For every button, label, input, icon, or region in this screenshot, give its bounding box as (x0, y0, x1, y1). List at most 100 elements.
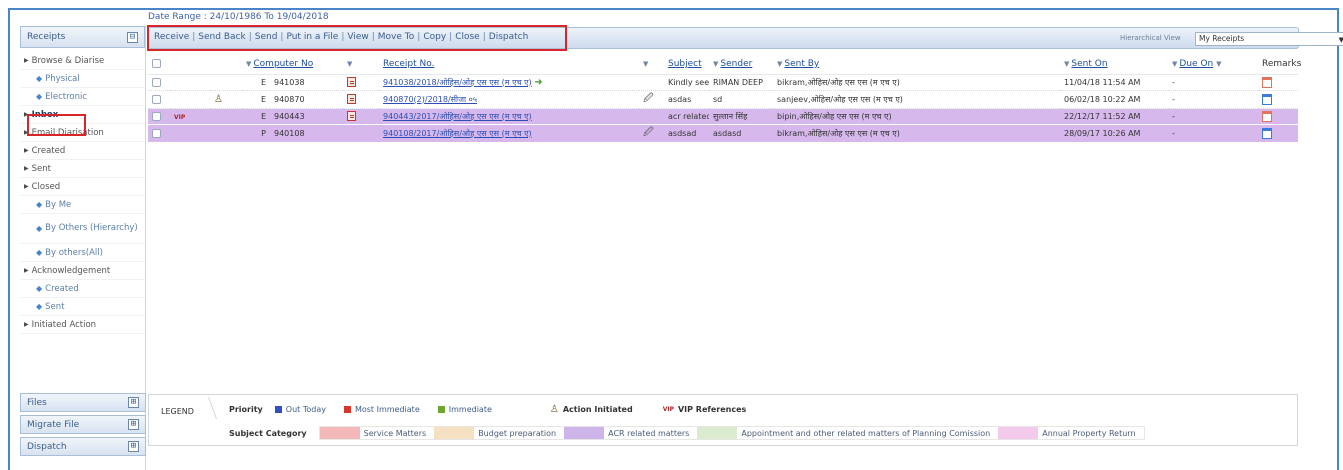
table-row[interactable]: VIP E 940443 940443/2017/ओहिस/ओह एस एस (म ए… (148, 108, 1299, 125)
sidebar-item-sent[interactable]: ▶ Sent (20, 160, 145, 178)
attachment-icon[interactable]: 🖉 (643, 93, 654, 104)
row-checkbox[interactable] (152, 94, 161, 104)
sender: सुल्तान सिंह (709, 108, 774, 125)
sidebar-item-label: Acknowledgement (31, 265, 111, 276)
col-computer-no[interactable]: ▼ Computer No (242, 54, 344, 75)
legend-category-row: Subject Category Service Matters Budget p… (229, 426, 1145, 440)
expand-arrow-icon: ▶ (24, 267, 29, 274)
table-row[interactable]: P 940108 940108/2017/ओहिस/ओह एस एस (म एच ए… (148, 124, 1299, 143)
subject: Kindly see (664, 74, 710, 91)
attachment-icon[interactable]: 🖉 (643, 127, 654, 138)
hierarchical-view-select[interactable]: My Receipts ▼ (1195, 32, 1343, 46)
remarks-icon[interactable] (1262, 76, 1273, 88)
sidebar-item-created[interactable]: ◆ Created (20, 280, 145, 298)
receipt-no-link[interactable]: 940108/2017/ओहिस/ओह एस एस (म एच ए) (383, 129, 532, 138)
inbox-highlight (27, 114, 86, 136)
table-row[interactable]: E 941038 941038/2018/ओहिस/ओह एस एस (म एच ए… (148, 74, 1299, 91)
due-on: - (1168, 90, 1259, 109)
sent-on: 28/09/17 10:26 AM (1060, 124, 1169, 143)
sidebar-item-created[interactable]: ▶ Created (20, 142, 145, 160)
legend: LEGEND Priority Out Today Most Immediate I… (148, 394, 1298, 446)
bullet-icon: ◆ (36, 224, 43, 233)
sidebar-item-browse-diarise[interactable]: ▶ Browse & Diarise (20, 52, 145, 70)
bullet-icon: ◆ (36, 92, 43, 101)
expand-arrow-icon: ▶ (24, 321, 29, 328)
table-row[interactable]: ♙ E 940870 940870(2)/2018/सीजा ०५ 🖉 asdas sd sa… (148, 90, 1299, 109)
legend-chevron (194, 397, 218, 419)
receipts-nav-list: ▶ Browse & Diarise ◆ Physical ◆ Electronic ▶ In… (20, 48, 145, 334)
legend-action-initiated: ♙ Action Initiated (549, 404, 633, 415)
col-due-on[interactable]: ▼ Due On ▼ (1168, 54, 1259, 75)
remarks-icon[interactable] (1262, 110, 1273, 122)
col-subject[interactable]: Subject (664, 54, 710, 75)
sent-by: bikram,ओहिस/ओह एस एस (म एच ए) (773, 74, 1061, 91)
due-on: - (1168, 108, 1259, 125)
sidebar-item-by-me[interactable]: ◆ By Me (20, 196, 145, 214)
sidebar-item-by-others-hierarchy[interactable]: ◆ By Others (Hierarchy) (20, 214, 145, 244)
receipt-no-link[interactable]: 940443/2017/ओहिस/ओह एस एस (म एच ए) (383, 112, 532, 121)
person-icon: ♙ (549, 404, 559, 415)
date-range: Date Range : 24/10/1986 To 19/04/2018 (148, 12, 329, 22)
sidebar-item-label: Sent (31, 163, 51, 174)
remarks-icon[interactable] (1262, 127, 1273, 139)
vip-badge: VIP (662, 406, 674, 413)
forward-icon: ➜ (534, 76, 543, 88)
expand-icon[interactable]: ⊞ (128, 441, 139, 452)
table-header-row: ▼ Computer No ▼ Receipt No. ▼ Subject ▼ Se… (148, 54, 1301, 75)
sidebar-collapsed-panels: Files ⊞ Migrate File ⊞ Dispatch ⊞ (20, 393, 146, 459)
expand-icon[interactable]: ⊞ (128, 419, 139, 430)
migrate-file-panel-header[interactable]: Migrate File ⊞ (20, 415, 146, 434)
col-receipt-no[interactable]: Receipt No. (379, 54, 640, 75)
filter-icon[interactable]: ▼ (343, 54, 380, 75)
sidebar: Receipts ⊟ ▶ Browse & Diarise ◆ Physical ◆ El… (20, 26, 146, 470)
receipt-no-link[interactable]: 941038/2018/ओहिस/ओह एस एस (म एच ए) (383, 78, 532, 87)
expand-arrow-icon: ▶ (24, 165, 29, 172)
receipt-no-link[interactable]: 940870(2)/2018/सीजा ०५ (383, 95, 477, 104)
collapse-icon[interactable]: ⊟ (127, 31, 138, 43)
legend-title: LEGEND (161, 407, 194, 416)
legend-priority-out-today: Out Today (274, 405, 326, 414)
legend-category: Appointment and other related matters of… (697, 427, 998, 439)
col-sender[interactable]: ▼ Sender (709, 54, 774, 75)
category-swatch (697, 427, 738, 439)
sidebar-item-closed[interactable]: ▶ Closed (20, 178, 145, 196)
row-checkbox[interactable] (152, 77, 161, 87)
pdf-icon[interactable] (347, 111, 357, 121)
row-checkbox[interactable] (152, 128, 161, 138)
panel-label: Migrate File (27, 419, 80, 430)
sent-by: sanjeev,ओहिस/ओह एस एस (म एच ए) (773, 90, 1061, 109)
sidebar-item-label: Physical (45, 73, 80, 84)
pdf-icon[interactable] (347, 77, 357, 87)
receipts-panel-header[interactable]: Receipts ⊟ (20, 26, 145, 48)
subject: asdas (664, 90, 710, 109)
files-panel-header[interactable]: Files ⊞ (20, 393, 146, 412)
legend-priority-most-immediate: Most Immediate (343, 405, 420, 414)
sidebar-item-electronic[interactable]: ◆ Electronic (20, 88, 145, 106)
sidebar-item-acknowledgement[interactable]: ▶ Acknowledgement (20, 262, 145, 280)
filter-icon[interactable]: ▼ (639, 54, 665, 75)
col-sent-on[interactable]: ▼ Sent On (1060, 54, 1169, 75)
remarks-icon[interactable] (1262, 93, 1273, 105)
pdf-icon[interactable] (347, 94, 357, 104)
dispatch-panel-header[interactable]: Dispatch ⊞ (20, 437, 146, 456)
expand-icon[interactable]: ⊞ (128, 397, 139, 408)
bullet-icon: ◆ (36, 200, 43, 209)
sent-on: 22/12/17 11:52 AM (1060, 108, 1169, 125)
sidebar-item-initiated-action[interactable]: ▶ Initiated Action (20, 316, 145, 334)
sidebar-item-label: Electronic (45, 91, 88, 102)
col-sent-by[interactable]: ▼ Sent By (773, 54, 1061, 75)
sidebar-item-label: Browse & Diarise (31, 55, 105, 66)
select-all-checkbox[interactable] (152, 58, 161, 68)
row-checkbox[interactable] (152, 111, 161, 121)
sidebar-item-by-others-all[interactable]: ◆ By others(All) (20, 244, 145, 262)
sidebar-item-label: Closed (31, 181, 61, 192)
sidebar-item-physical[interactable]: ◆ Physical (20, 70, 145, 88)
legend-priority-immediate: Immediate (437, 405, 492, 414)
priority-swatch (437, 406, 445, 413)
sidebar-item-sent[interactable]: ◆ Sent (20, 298, 145, 316)
sent-on: 06/02/18 10:22 AM (1060, 90, 1169, 109)
receipt-type: E (242, 90, 270, 109)
subject: acr related (664, 108, 710, 125)
hierarchical-view-label: Hierarchical View (1120, 34, 1181, 42)
computer-no: 940108 (270, 124, 344, 143)
